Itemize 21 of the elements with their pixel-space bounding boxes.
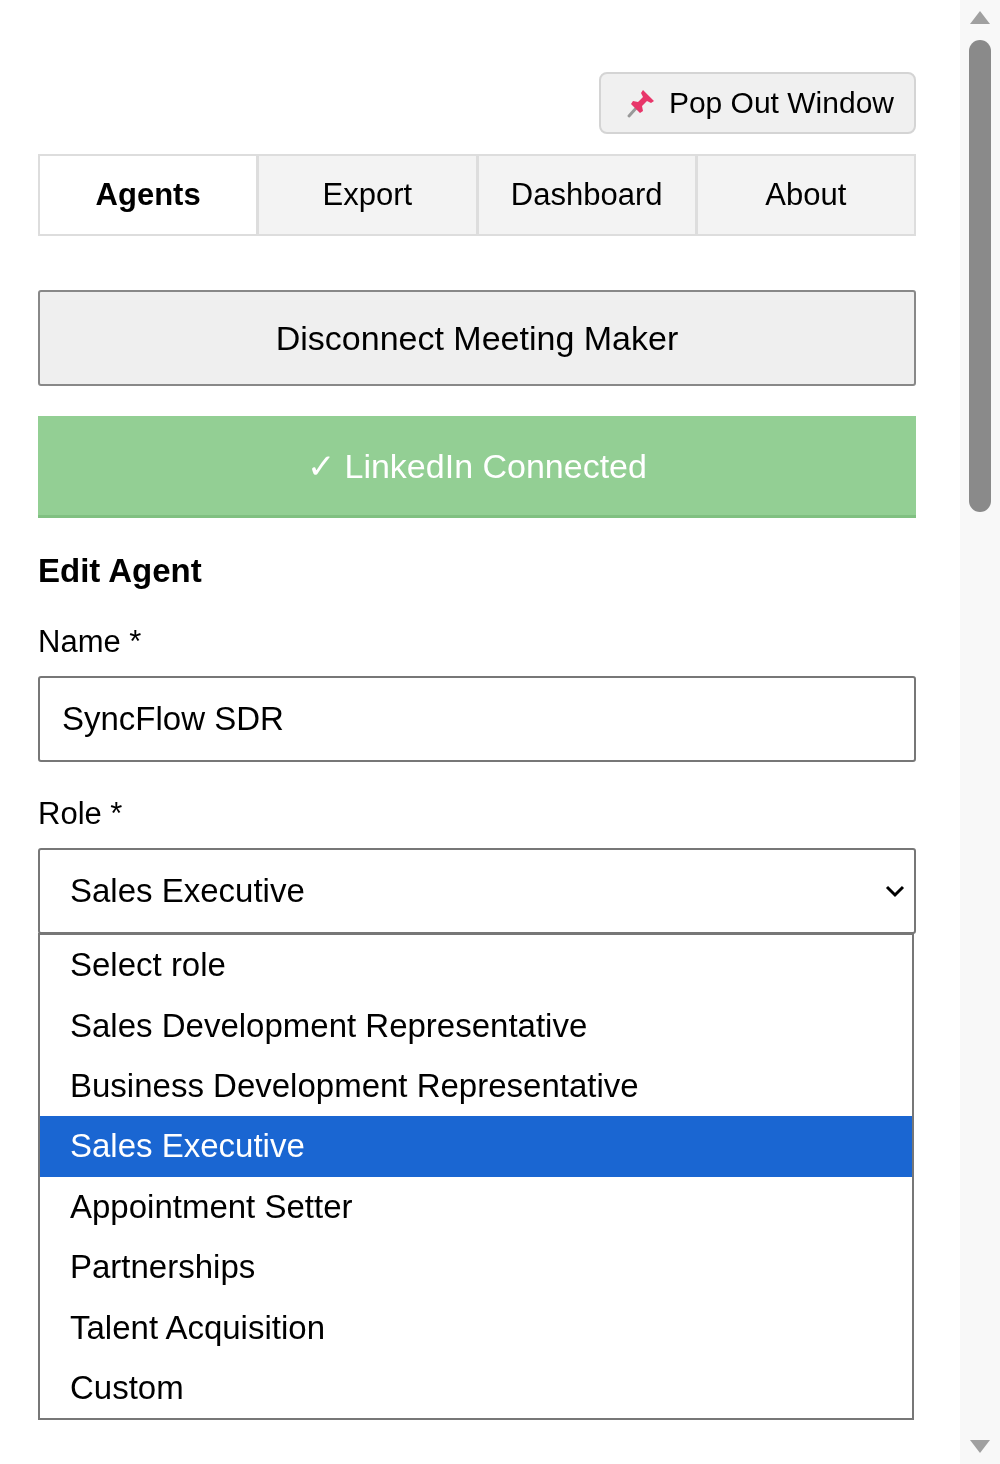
field-label: Name *: [38, 624, 143, 660]
dropdown-option[interactable]: Select role: [40, 935, 912, 996]
dropdown-option[interactable]: Custom: [40, 1357, 912, 1419]
tab[interactable]: Dashboard: [475, 156, 695, 234]
disconnect-button[interactable]: Disconnect Meeting Maker: [38, 290, 916, 386]
dropdown-option[interactable]: Partnerships: [40, 1236, 912, 1298]
dropdown-option[interactable]: Sales Executive: [40, 1116, 912, 1177]
connection-status-banner: ✓ LinkedIn Connected: [38, 416, 916, 518]
scrollbar[interactable]: [960, 0, 1000, 1464]
dropdown-option[interactable]: Sales Development Representative: [40, 995, 912, 1056]
pop-out-button[interactable]: Pop Out Window: [598, 72, 916, 134]
field-label: Role *: [38, 796, 124, 832]
dropdown-option[interactable]: Business Development Representative: [40, 1055, 912, 1117]
dropdown-option[interactable]: Talent Acquisition: [40, 1297, 912, 1358]
name-input-field[interactable]: SyncFlow SDR: [38, 676, 916, 762]
tab[interactable]: Export: [256, 156, 476, 234]
section-title: Edit Agent: [38, 552, 203, 590]
dropdown-option[interactable]: Appointment Setter: [40, 1176, 912, 1237]
tab[interactable]: About: [694, 156, 914, 234]
scrollbar-thumb[interactable]: [969, 40, 991, 512]
chevron-down-icon: [884, 884, 906, 898]
